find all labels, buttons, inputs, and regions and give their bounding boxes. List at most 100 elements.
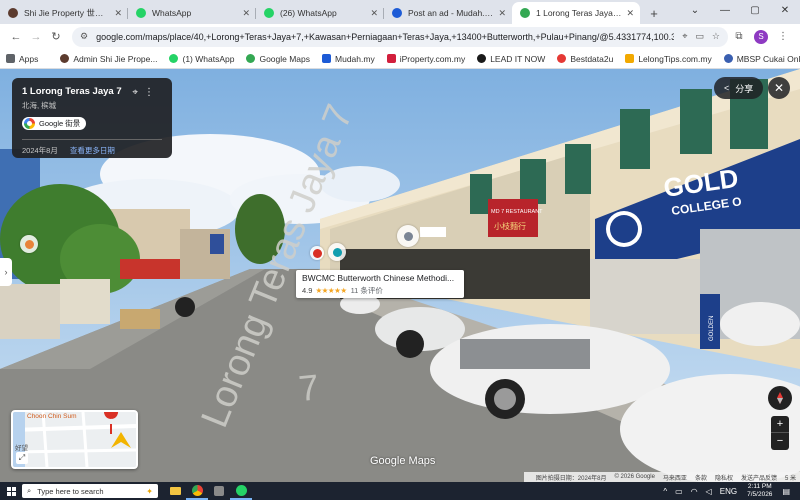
whatsapp-taskbar-icon[interactable] [230,482,252,500]
network-icon[interactable]: ▭ [675,487,683,496]
expand-minimap-icon[interactable]: ⤢ [16,452,28,464]
tab-close-icon[interactable]: ✕ [114,8,122,19]
shi-jie-icon [60,54,70,63]
place-rating-row: 4.9 ★★★★★ 11 条评价 [302,285,458,296]
tab-google-maps[interactable]: 1 Lorong Teras Jaya 7 - Goog ✕ [512,2,640,24]
tab-label: (26) WhatsApp [280,8,337,18]
teal-place-pin[interactable] [328,243,346,261]
bookmark-label: MBSP Cukai Online [736,53,800,64]
attribution-copyright: © 2026 Google [614,474,655,480]
restaurant-sign-text: MD 7 RESTAURANT [491,209,543,215]
attribution-capture-date: 图片拍摄日期：2024年8月 [535,475,607,482]
attribution-scale: 5 米 [784,475,796,482]
college-vertical-sign-text: GOLDEN [709,316,715,341]
language-indicator[interactable]: ENG [720,487,737,496]
location-icon[interactable]: ⌖ [682,31,687,42]
grey-place-pin[interactable] [397,225,419,247]
forward-button[interactable]: → [26,31,46,43]
bookmark-label: Apps [19,53,39,64]
close-window-button[interactable]: ✕ [770,0,800,24]
tab-mudah[interactable]: Post an ad - Mudah.my ✕ [384,2,512,24]
tab-shi-jie-property[interactable]: Shi Jie Property 世界地产 ✕ [0,2,128,24]
bookmark-star-icon[interactable]: ☆ [712,31,720,42]
compass-control[interactable] [768,386,792,410]
taskbar-app-icon[interactable] [208,482,230,500]
new-tab-button[interactable]: + [644,3,664,23]
tab-close-icon[interactable]: ✕ [242,8,250,19]
reload-button[interactable]: ↻ [46,30,66,43]
tray-overflow-icon[interactable]: ^ [663,487,667,496]
bestdata-icon [557,54,567,63]
share-button[interactable]: < 分享 [714,77,764,99]
bookmark-google-maps[interactable]: Google Maps [246,54,310,64]
close-street-view-button[interactable]: ✕ [768,77,790,99]
volume-icon[interactable]: ◁ [706,487,712,496]
windows-logo-icon [6,486,16,496]
bookmark-mudah[interactable]: Mudah.my [322,54,375,64]
whatsapp-icon [169,54,179,63]
google-logo-icon [24,118,35,129]
tab-search-button[interactable]: ⌄ [680,0,710,24]
tab-close-icon[interactable]: ✕ [498,8,506,19]
bookmark-apps[interactable]: Apps [6,54,38,64]
bookmark-bestdata2u[interactable]: Bestdata2u [557,54,613,64]
tab-label: WhatsApp [152,8,192,18]
bookmark-mbsp[interactable]: MBSP Cukai Online [723,53,800,64]
expand-side-panel-button[interactable]: › [0,258,12,286]
whatsapp-favicon-icon [264,8,274,18]
place-name: BWCMC Butterworth Chinese Methodi... [302,273,455,283]
place-hover-card[interactable]: BWCMC Butterworth Chinese Methodi... 4.9… [296,270,464,298]
taskbar-search-box[interactable]: ⌕ Type here to search ✦ [22,484,158,498]
place-rating: 4.9 [302,286,313,295]
notifications-icon[interactable]: ▤ [782,487,790,496]
zoom-out-button[interactable]: − [771,433,789,450]
google-maps-icon [246,54,256,63]
chrome-icon[interactable] [186,482,208,500]
start-button[interactable] [0,482,22,500]
mbsp-icon [723,54,733,63]
cast-icon[interactable]: ▭ [695,31,704,42]
red-place-pin[interactable] [310,246,324,260]
lelong-icon [625,54,635,63]
orange-place-pin[interactable] [20,235,38,253]
file-explorer-icon[interactable] [164,482,186,500]
tab-strip: Shi Jie Property 世界地产 ✕ WhatsApp ✕ (26) … [0,0,800,24]
tab-close-icon[interactable]: ✕ [370,8,378,19]
bookmark-label: LEAD IT NOW [490,53,546,64]
taskbar-clock[interactable]: 2:11 PM 7/5/2026 [747,483,772,499]
tab-whatsapp[interactable]: WhatsApp ✕ [128,2,256,24]
compass-icon [777,392,783,404]
attribution-feedback-link[interactable]: 发送产品反馈 [741,473,777,482]
tab-label: Shi Jie Property 世界地产 [24,8,110,18]
bookmark-iproperty[interactable]: iProperty.com.my [386,54,465,64]
bookmark-label: Google Maps [259,53,311,64]
tab-whatsapp-26[interactable]: (26) WhatsApp ✕ [256,2,384,24]
bookmark-lelongtips[interactable]: LelongTips.com.my [625,54,712,64]
more-options-icon[interactable]: ⋮ [144,87,160,98]
maximize-button[interactable]: ▢ [740,0,770,24]
minimap-place-label: Choon Chin Sum [27,413,77,420]
address-bar[interactable]: ⚙ google.com/maps/place/40,+Lorong+Teras… [72,26,728,47]
mudah-icon [322,54,332,63]
street-view-panorama[interactable]: GOLD COLLEGE O MD 7 RESTAURANT 小枝麵行 GOLD… [0,69,800,482]
wifi-icon[interactable]: ◠ [691,487,698,496]
extensions-icon[interactable]: ⧉ [728,31,750,42]
back-button[interactable]: ← [6,31,26,43]
more-dates-link[interactable]: 查看更多日期 [70,145,115,156]
zoom-controls: + − [771,416,789,450]
map-pin-icon[interactable]: ⌖ [132,87,144,98]
profile-avatar[interactable]: S [754,29,768,44]
site-info-icon[interactable]: ⚙ [80,31,88,42]
bookmark-admin-shi-jie[interactable]: Admin Shi Jie Prope... [60,54,157,64]
minimize-button[interactable]: — [710,0,740,24]
tab-close-icon[interactable]: ✕ [626,8,634,19]
bookmark-whatsapp[interactable]: (1) WhatsApp [169,54,234,64]
attribution-region[interactable]: 马来西亚 [663,473,687,482]
road-marking-number: 7 [297,366,321,409]
zoom-in-button[interactable]: + [771,416,789,433]
minimap[interactable]: Choon Chin Sum 好望 ⤢ [11,410,138,469]
attribution-privacy-link[interactable]: 隐私权 [715,473,733,482]
bookmark-lead-it-now[interactable]: LEAD IT NOW [477,54,545,64]
menu-kebab-icon[interactable]: ⋮ [772,31,794,42]
attribution-terms-link[interactable]: 条款 [695,473,707,482]
